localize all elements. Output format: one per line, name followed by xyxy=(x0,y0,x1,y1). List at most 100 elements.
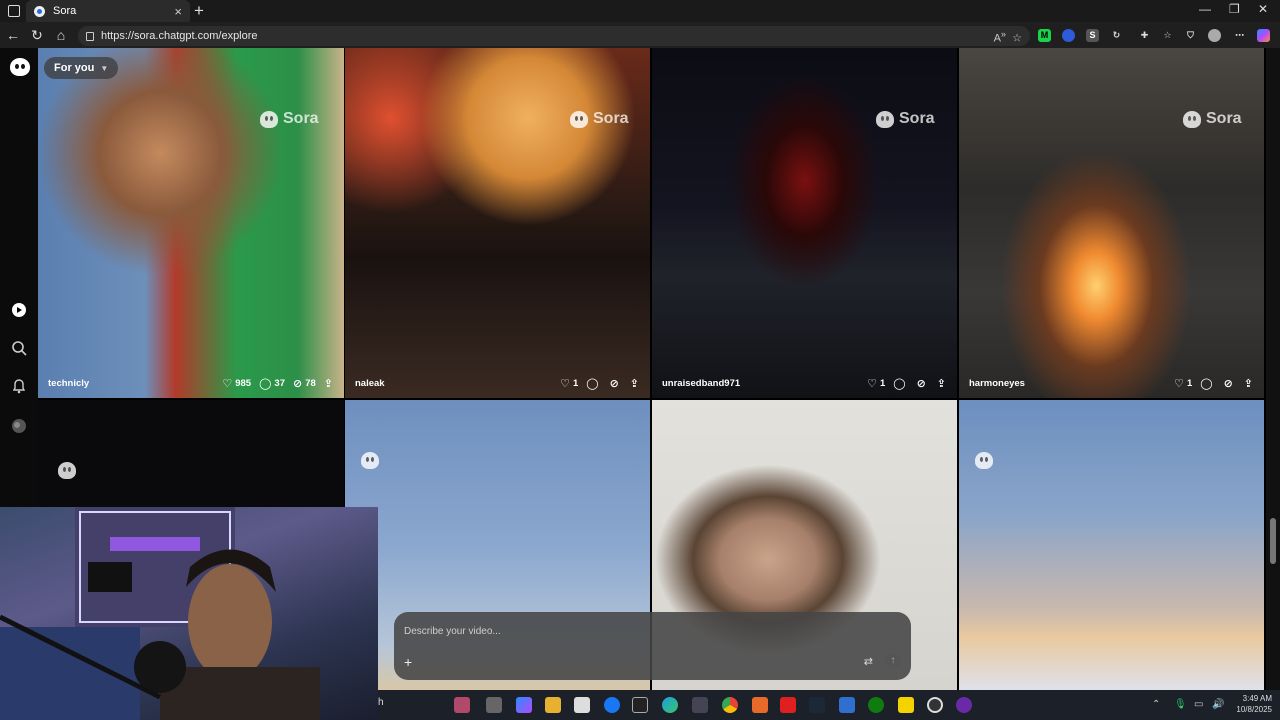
like-button[interactable]: ♡ 1 xyxy=(1174,377,1192,390)
comment-button[interactable]: ◯ xyxy=(586,377,601,390)
taskbar-search[interactable]: h xyxy=(378,697,384,708)
feed-filter-label: For you xyxy=(54,62,95,74)
copilot-taskbar-icon[interactable] xyxy=(516,697,532,713)
read-aloud-and-favorite-icons[interactable]: A» ☆ xyxy=(994,29,1022,45)
remix-button[interactable]: ⊘ xyxy=(1224,377,1236,390)
video-card[interactable]: Sora unraisedband971 ♡ 1 ◯ ⊘ ⇪ xyxy=(652,48,957,398)
refresh-extension-icon[interactable]: ↻ xyxy=(1110,29,1123,42)
video-card[interactable]: Sora naleak ♡ 1 ◯ ⊘ ⇪ xyxy=(345,48,650,398)
tab-actions-icon[interactable] xyxy=(8,5,20,17)
sora-watermark: Sora xyxy=(1183,110,1242,128)
settings-icon[interactable]: ⇄ xyxy=(864,655,873,668)
video-card[interactable] xyxy=(959,400,1264,690)
comment-button[interactable]: ◯ 37 xyxy=(259,377,285,390)
share-icon: ⇪ xyxy=(629,378,639,390)
post-username[interactable]: naleak xyxy=(355,378,552,389)
amazon-icon[interactable] xyxy=(632,697,648,713)
extension-blue-icon[interactable] xyxy=(1062,29,1075,42)
calculator-icon[interactable] xyxy=(692,697,708,713)
more-menu-icon[interactable]: ⋯ xyxy=(1233,29,1246,42)
video-prompt-composer: Describe your video... + ⇄ ↑ xyxy=(394,612,911,680)
sora-ghost-icon xyxy=(570,110,588,128)
close-window-icon[interactable]: ✕ xyxy=(1258,2,1268,16)
video-card[interactable]: Sora technicly ♡ 985 ◯ 37 ⊘ 78 ⇪ xyxy=(38,48,344,398)
copilot-icon[interactable] xyxy=(1257,29,1270,42)
share-button[interactable]: ⇪ xyxy=(1244,377,1256,390)
heart-icon: ♡ xyxy=(1174,378,1184,390)
mic-icon[interactable]: 🎙 xyxy=(1174,699,1187,710)
tray-chevron-up-icon[interactable]: ⌃ xyxy=(1152,699,1160,710)
back-button[interactable]: ← xyxy=(4,27,22,43)
xbox-icon[interactable] xyxy=(868,697,884,713)
facebook-icon[interactable] xyxy=(604,697,620,713)
new-tab-button[interactable]: + xyxy=(194,1,204,21)
post-meta: technicly ♡ 985 ◯ 37 ⊘ 78 ⇪ xyxy=(48,377,336,390)
share-button[interactable]: ⇪ xyxy=(937,377,949,390)
network-icon[interactable]: ▭ xyxy=(1194,699,1203,710)
home-icon[interactable] xyxy=(11,302,27,318)
app-icon[interactable] xyxy=(454,697,470,713)
app-blue-icon[interactable] xyxy=(839,697,855,713)
volume-icon[interactable]: 🔊 xyxy=(1212,699,1224,710)
avatar-icon[interactable] xyxy=(11,418,27,434)
bell-icon[interactable] xyxy=(11,378,27,394)
send-button[interactable]: ↑ xyxy=(885,653,901,669)
post-meta: naleak ♡ 1 ◯ ⊘ ⇪ xyxy=(355,377,642,390)
app-purple-icon[interactable] xyxy=(956,697,972,713)
like-button[interactable]: ♡ 1 xyxy=(867,377,885,390)
search-icon[interactable] xyxy=(11,340,27,356)
edge-icon[interactable] xyxy=(662,697,678,713)
puzzle-extensions-icon[interactable]: ✚ xyxy=(1138,29,1151,42)
share-button[interactable]: ⇪ xyxy=(630,377,642,390)
post-username[interactable]: harmoneyes xyxy=(969,378,1166,389)
file-explorer-icon[interactable] xyxy=(545,697,561,713)
chevron-down-icon: ▼ xyxy=(100,63,109,73)
store-icon[interactable] xyxy=(574,697,590,713)
youtube-icon[interactable] xyxy=(780,697,796,713)
refresh-button[interactable]: ↻ xyxy=(28,27,46,44)
prompt-input[interactable]: Describe your video... xyxy=(404,626,501,637)
like-button[interactable]: ♡ 1 xyxy=(560,377,578,390)
vlc-icon[interactable] xyxy=(752,697,768,713)
post-username[interactable]: technicly xyxy=(48,378,214,389)
page-scrollbar[interactable] xyxy=(1266,48,1280,690)
profile-avatar-icon[interactable] xyxy=(1208,29,1221,42)
video-card[interactable]: Sora harmoneyes ♡ 1 ◯ ⊘ ⇪ xyxy=(959,48,1264,398)
home-button[interactable]: ⌂ xyxy=(52,27,70,43)
task-view-icon[interactable] xyxy=(486,697,502,713)
sora-ghost-icon xyxy=(361,452,379,469)
sticky-notes-icon[interactable] xyxy=(898,697,914,713)
obs-icon[interactable] xyxy=(927,697,943,713)
comment-button[interactable]: ◯ xyxy=(893,377,908,390)
comment-icon: ◯ xyxy=(259,378,272,390)
taskbar-clock[interactable]: 3:49 AM 10/8/2025 xyxy=(1236,693,1272,715)
feed-filter-dropdown[interactable]: For you ▼ xyxy=(44,57,119,79)
tab-sora[interactable]: Sora × xyxy=(26,0,190,22)
url-text: https://sora.chatgpt.com/explore xyxy=(101,30,258,42)
video-thumbnail xyxy=(38,48,344,398)
comment-button[interactable]: ◯ xyxy=(1200,377,1215,390)
address-bar[interactable]: https://sora.chatgpt.com/explore A» ☆ xyxy=(78,26,1030,46)
remix-button[interactable]: ⊘ xyxy=(610,377,622,390)
webcam-feed-image xyxy=(0,507,320,720)
chrome-icon[interactable] xyxy=(722,697,738,713)
share-button[interactable]: ⇪ xyxy=(324,377,336,390)
add-media-button[interactable]: + xyxy=(404,654,412,670)
sora-logo[interactable] xyxy=(10,58,30,76)
post-username[interactable]: unraisedband971 xyxy=(662,378,859,389)
steam-icon[interactable] xyxy=(809,697,825,713)
heart-icon: ♡ xyxy=(222,378,233,390)
scrollbar-thumb[interactable] xyxy=(1270,518,1276,564)
favorites-icon[interactable]: ☆ xyxy=(1161,29,1174,42)
like-button[interactable]: ♡ 985 xyxy=(222,377,251,390)
shield-icon[interactable]: ⛉ xyxy=(1184,29,1197,42)
extension-m-icon[interactable]: M xyxy=(1038,29,1051,42)
remix-icon: ⊘ xyxy=(1223,378,1233,390)
minimize-icon[interactable]: — xyxy=(1199,2,1211,16)
restore-icon[interactable]: ❐ xyxy=(1229,2,1240,16)
remix-button[interactable]: ⊘ xyxy=(917,377,929,390)
comment-icon: ◯ xyxy=(586,378,599,390)
close-tab-icon[interactable]: × xyxy=(174,4,182,19)
extension-s-icon[interactable]: S xyxy=(1086,29,1099,42)
remix-button[interactable]: ⊘ 78 xyxy=(293,377,316,390)
